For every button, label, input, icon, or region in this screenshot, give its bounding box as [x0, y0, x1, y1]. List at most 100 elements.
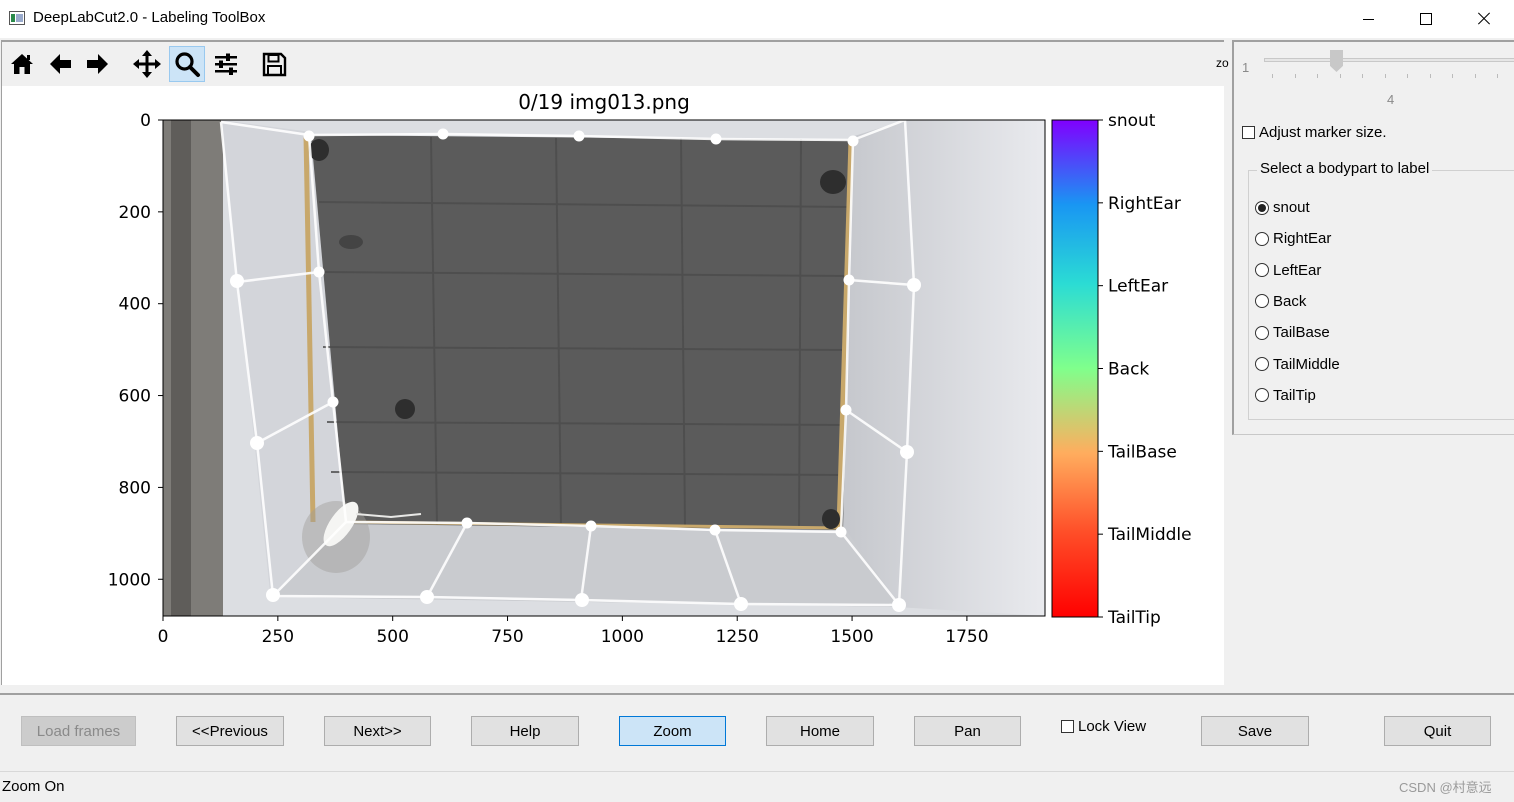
- slider-tick: [1452, 74, 1453, 78]
- bodypart-option-snout[interactable]: snout: [1255, 199, 1310, 216]
- bodypart-radio[interactable]: [1255, 325, 1269, 340]
- colorbar-label: LeftEar: [1108, 277, 1168, 297]
- bodypart-radio[interactable]: [1255, 200, 1269, 215]
- slider-tick: [1317, 74, 1318, 78]
- status-text: Zoom On: [2, 778, 65, 795]
- x-axis-ticks: 0 250 500 750 1000 1250 1500 1750: [158, 616, 989, 647]
- bodypart-label: RightEar: [1273, 230, 1332, 248]
- help-button[interactable]: Help: [471, 716, 579, 746]
- lock-view-label: Lock View: [1078, 718, 1147, 735]
- x-tick-label: 500: [376, 627, 408, 647]
- toolbar-clipped-label: zo: [1216, 56, 1229, 70]
- slider-min-label: 1: [1242, 60, 1250, 75]
- slider-tick: [1272, 74, 1273, 78]
- slider-tick: [1384, 74, 1386, 78]
- status-bar: Zoom On CSDN @村意远: [0, 771, 1514, 802]
- save-floppy-icon: [262, 52, 287, 77]
- maximize-button[interactable]: [1397, 0, 1455, 38]
- bodypart-option-rightear[interactable]: RightEar: [1255, 230, 1331, 247]
- bodypart-radio[interactable]: [1255, 388, 1269, 403]
- colorbar-label: Back: [1108, 360, 1149, 380]
- lock-view-checkbox[interactable]: [1061, 720, 1074, 733]
- y-tick-label: 600: [119, 387, 151, 407]
- window-title: DeepLabCut2.0 - Labeling ToolBox: [33, 9, 266, 26]
- home-button[interactable]: Home: [766, 716, 874, 746]
- bodypart-option-tailtip[interactable]: TailTip: [1255, 387, 1316, 404]
- title-bar: DeepLabCut2.0 - Labeling ToolBox: [0, 0, 1514, 38]
- close-button[interactable]: [1455, 0, 1513, 38]
- save-tool-button[interactable]: [256, 46, 292, 82]
- pan-tool-button[interactable]: [129, 46, 165, 82]
- colorbar: [1051, 119, 1099, 618]
- previous-button[interactable]: <<Previous: [176, 716, 284, 746]
- zoom-button[interactable]: Zoom: [619, 716, 726, 746]
- pan-move-icon: [133, 50, 161, 78]
- x-tick-label: 250: [262, 627, 294, 647]
- minimize-button[interactable]: [1339, 0, 1397, 38]
- forward-tool-button[interactable]: [80, 46, 116, 82]
- x-tick-label: 1750: [945, 627, 988, 647]
- adjust-marker-size-row[interactable]: Adjust marker size.: [1242, 124, 1387, 141]
- bodypart-option-tailbase[interactable]: TailBase: [1255, 324, 1330, 341]
- marker-size-slider-track[interactable]: [1264, 58, 1514, 62]
- pan-button[interactable]: Pan: [914, 716, 1021, 746]
- x-tick-label: 0: [158, 627, 169, 647]
- colorbar-label: TailTip: [1107, 608, 1161, 628]
- adjust-marker-size-label: Adjust marker size.: [1259, 124, 1387, 141]
- x-tick-label: 750: [491, 627, 523, 647]
- next-button[interactable]: Next>>: [324, 716, 431, 746]
- y-tick-label: 200: [119, 203, 151, 223]
- plot-title: 0/19 img013.png: [518, 90, 690, 114]
- slider-tick: [1294, 74, 1296, 78]
- bodypart-radio[interactable]: [1255, 294, 1269, 309]
- plot-canvas[interactable]: 0/19 img013.png 0 250 500 750 1000 1250 …: [2, 86, 1224, 684]
- back-tool-button[interactable]: [42, 46, 78, 82]
- bottom-button-bar: Load frames <<Previous Next>> Help Zoom …: [0, 693, 1514, 768]
- slider-tick: [1497, 74, 1498, 78]
- bodypart-label: TailMiddle: [1273, 355, 1340, 373]
- save-button[interactable]: Save: [1201, 716, 1309, 746]
- forward-arrow-icon: [87, 54, 108, 74]
- load-frames-button[interactable]: Load frames: [21, 716, 136, 746]
- minimize-icon: [1362, 18, 1374, 20]
- colorbar-label: snout: [1108, 111, 1156, 131]
- colorbar-label: TailBase: [1107, 442, 1177, 462]
- home-icon: [11, 54, 33, 74]
- navigation-toolbar: zo: [2, 42, 1229, 86]
- colorbar-labels: snout RightEar LeftEar Back TailBase TailMidd…: [1098, 111, 1192, 628]
- bodypart-label: Back: [1273, 292, 1307, 310]
- bodypart-option-tailmiddle[interactable]: TailMiddle: [1255, 356, 1340, 373]
- cage-floor: [311, 135, 853, 530]
- back-arrow-icon: [50, 54, 71, 74]
- bodypart-radio[interactable]: [1255, 263, 1269, 278]
- configure-tool-button[interactable]: [208, 46, 244, 82]
- x-tick-label: 1500: [830, 627, 873, 647]
- configure-sliders-icon: [215, 53, 237, 75]
- bodypart-radio[interactable]: [1255, 231, 1269, 246]
- bodypart-label: TailTip: [1273, 386, 1316, 404]
- slider-tick: [1429, 74, 1431, 78]
- bodypart-group: Select a bodypart to label snout RightEar…: [1248, 160, 1514, 420]
- marker-settings-panel: 1 4 Adjust marker size. Select a bodypar…: [1232, 40, 1514, 435]
- bodypart-option-leftear[interactable]: LeftEar: [1255, 262, 1321, 279]
- adjust-marker-size-checkbox[interactable]: [1242, 126, 1255, 139]
- marker-size-slider-handle[interactable]: [1330, 50, 1343, 72]
- x-tick-label: 1250: [716, 627, 759, 647]
- video-frame-image: [163, 120, 1045, 616]
- close-icon: [1477, 12, 1491, 26]
- colorbar-label: TailMiddle: [1107, 525, 1192, 545]
- y-axis-ticks: 0 200 400 600 800 1000: [108, 111, 163, 590]
- bodypart-option-back[interactable]: Back: [1255, 293, 1306, 310]
- home-tool-button[interactable]: [4, 46, 40, 82]
- lock-view-row[interactable]: Lock View: [1061, 718, 1146, 735]
- zoom-tool-button[interactable]: [169, 46, 205, 82]
- slider-value-label: 4: [1387, 92, 1395, 107]
- y-tick-label: 1000: [108, 570, 151, 590]
- bodypart-radio[interactable]: [1255, 357, 1269, 371]
- slider-tick: [1407, 74, 1408, 78]
- slider-tick: [1474, 74, 1476, 78]
- y-tick-label: 0: [140, 111, 151, 131]
- zoom-magnifier-icon: [175, 52, 200, 77]
- slider-tick: [1339, 74, 1341, 78]
- quit-button[interactable]: Quit: [1384, 716, 1491, 746]
